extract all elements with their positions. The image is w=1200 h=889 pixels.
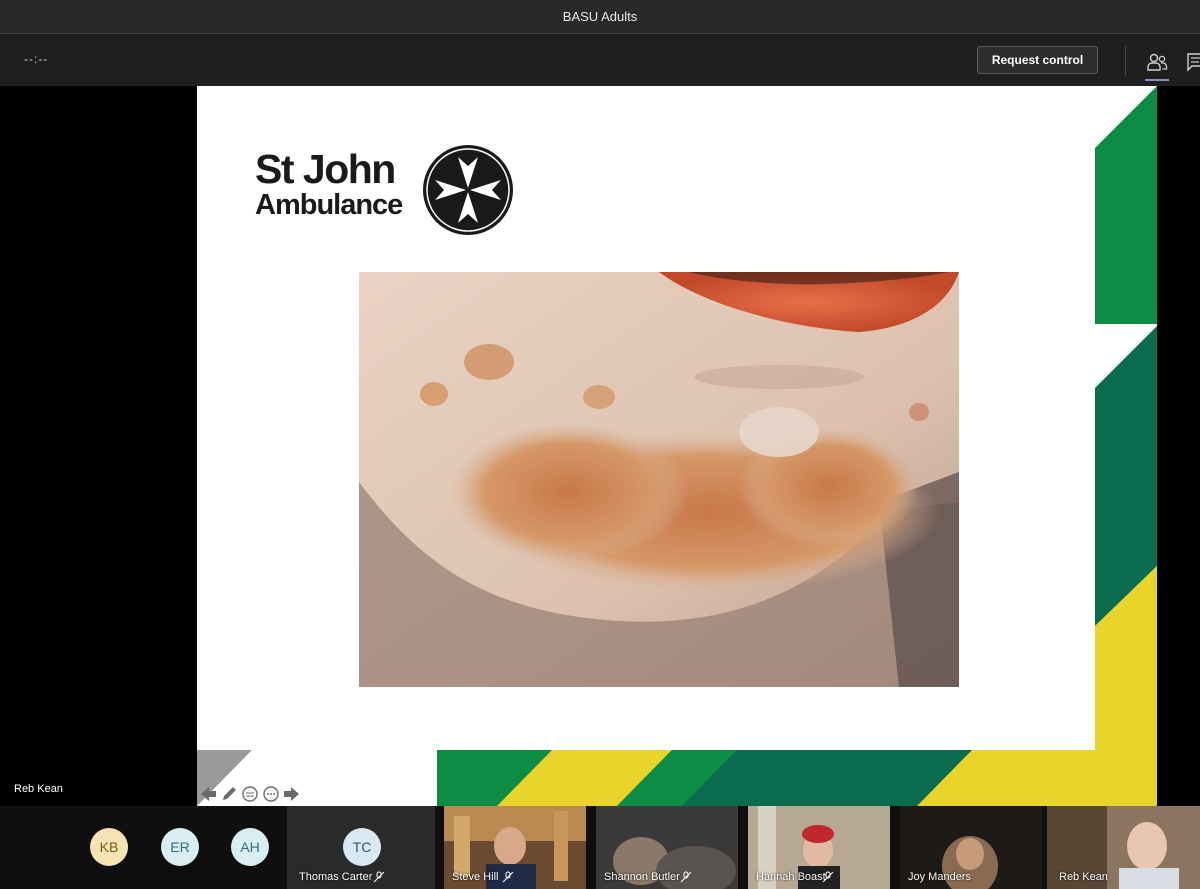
participant-name: Reb Kean [1059,871,1108,883]
shared-screen-stage: St John Ambulance Reb Kean [0,86,1200,806]
slide-navigation [197,784,307,804]
avatar: ER [161,828,199,866]
clinical-skin-photo [359,272,959,687]
maltese-cross-icon [421,143,515,237]
avatar: AH [231,828,269,866]
participant-tile[interactable]: AH [210,806,288,889]
people-icon[interactable] [1142,48,1172,81]
mic-off-icon [502,871,514,883]
logo-text-line2: Ambulance [255,189,403,221]
participant-tile[interactable]: KB [70,806,148,889]
next-slide-icon[interactable] [283,786,301,802]
presentation-slide: St John Ambulance [197,86,1157,806]
participant-video-tile[interactable]: Joy Manders [900,806,1042,889]
avatar: TC [343,828,381,866]
meeting-toolbar: --:-- Request control [0,34,1200,86]
participant-video-tile[interactable]: Shannon Butler [596,806,738,889]
participant-name: Shannon Butler [604,871,680,883]
avatar: KB [90,828,128,866]
mic-off-icon [373,871,385,883]
participant-tile[interactable]: ER [140,806,218,889]
participant-video-tile[interactable]: Reb Kean [1047,806,1200,889]
subtitles-icon[interactable] [241,786,259,802]
pen-icon[interactable] [220,786,238,802]
participant-tile[interactable]: TC Thomas Carter [287,806,435,889]
participant-strip: KB ER AH TC Thomas Carter Steve Hill Sha… [0,806,1200,889]
more-icon[interactable] [262,786,280,802]
participant-video-tile[interactable]: Hannah Boast [748,806,890,889]
teams-meeting-window: BASU Adults --:-- Request control St Joh… [0,0,1200,889]
participant-name: Hannah Boast [756,871,826,883]
st-john-ambulance-logo: St John Ambulance [255,141,525,241]
window-title: BASU Adults [562,9,638,24]
logo-text-line1: St John [255,146,396,192]
chat-icon[interactable] [1184,48,1200,74]
participant-name: Thomas Carter [299,871,373,883]
request-control-button[interactable]: Request control [977,46,1098,74]
prev-slide-icon[interactable] [199,786,217,802]
participant-video-tile[interactable]: Steve Hill [444,806,586,889]
participant-name: Steve Hill [452,871,499,883]
mic-off-icon [822,871,834,883]
toolbar-divider [1125,46,1126,76]
mic-off-icon [680,871,692,883]
presenter-name-label: Reb Kean [14,783,63,795]
title-bar: BASU Adults [0,0,1200,34]
participant-name: Joy Manders [908,871,971,883]
meeting-timer: --:-- [24,52,49,66]
